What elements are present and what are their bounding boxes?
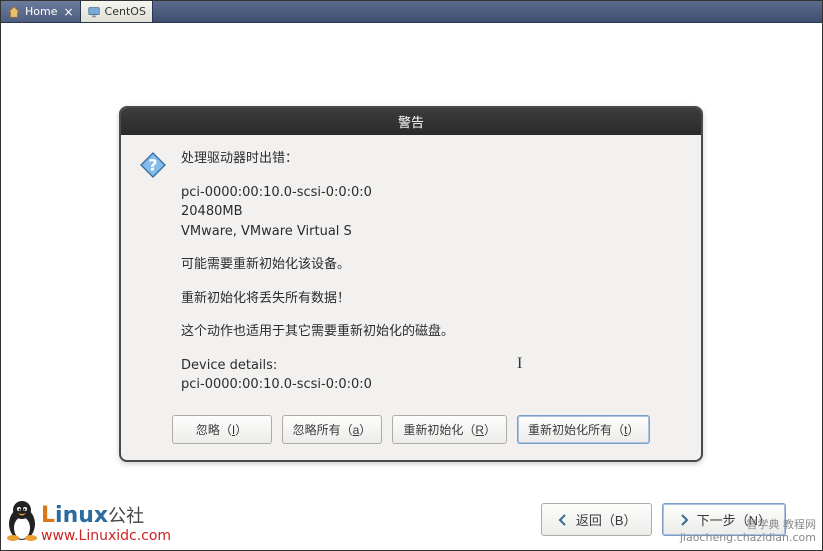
tab-label: Home [25, 5, 57, 18]
text-cursor-icon: I [517, 355, 522, 373]
tab-bar: Home × CentOS [1, 1, 822, 23]
device-details: Device details: pci-0000:00:10.0-scsi-0:… [181, 356, 454, 395]
error-line: 处理驱动器时出错： [181, 149, 454, 169]
data-loss-warning: 重新初始化将丢失所有数据！ [181, 289, 454, 309]
tab-label: CentOS [105, 5, 146, 18]
reinit-hint: 可能需要重新初始化该设备。 [181, 255, 454, 275]
close-icon[interactable]: × [63, 5, 73, 19]
applies-others: 这个动作也适用于其它需要重新初始化的磁盘。 [181, 322, 454, 342]
svg-text:?: ? [148, 155, 157, 174]
device-info: pci-0000:00:10.0-scsi-0:0:0:0 20480MB VM… [181, 183, 454, 242]
content-area: 警告 ? 处理驱动器时出错： pci-0000:00:10.0-scsi-0:0… [1, 23, 822, 550]
arrow-left-icon [556, 513, 570, 527]
warning-dialog: 警告 ? 处理驱动器时出错： pci-0000:00:10.0-scsi-0:0… [119, 106, 703, 462]
reinit-all-button[interactable]: 重新初始化所有（t） [517, 415, 650, 444]
reinit-button[interactable]: 重新初始化（R） [392, 415, 507, 444]
home-icon [7, 5, 21, 19]
ignore-button[interactable]: 忽略（I） [172, 415, 272, 444]
tab-centos[interactable]: CentOS [81, 1, 153, 22]
question-icon: ? [139, 151, 167, 179]
dialog-title: 警告 [121, 108, 701, 135]
dialog-message: 处理驱动器时出错： pci-0000:00:10.0-scsi-0:0:0:0 … [181, 149, 454, 395]
monitor-icon [87, 5, 101, 19]
watermark-left: Linux公社 www.Linuxidc.com [41, 504, 171, 544]
dialog-button-row: 忽略（I） 忽略所有（a） 重新初始化（R） 重新初始化所有（t） [139, 415, 683, 444]
back-button[interactable]: 返回（B） [541, 503, 652, 536]
tab-home[interactable]: Home × [1, 1, 81, 22]
tux-icon [3, 498, 41, 542]
watermark-right: 智学典 教程网 jiaocheng.chazidian.com [680, 518, 816, 544]
ignore-all-button[interactable]: 忽略所有（a） [282, 415, 383, 444]
